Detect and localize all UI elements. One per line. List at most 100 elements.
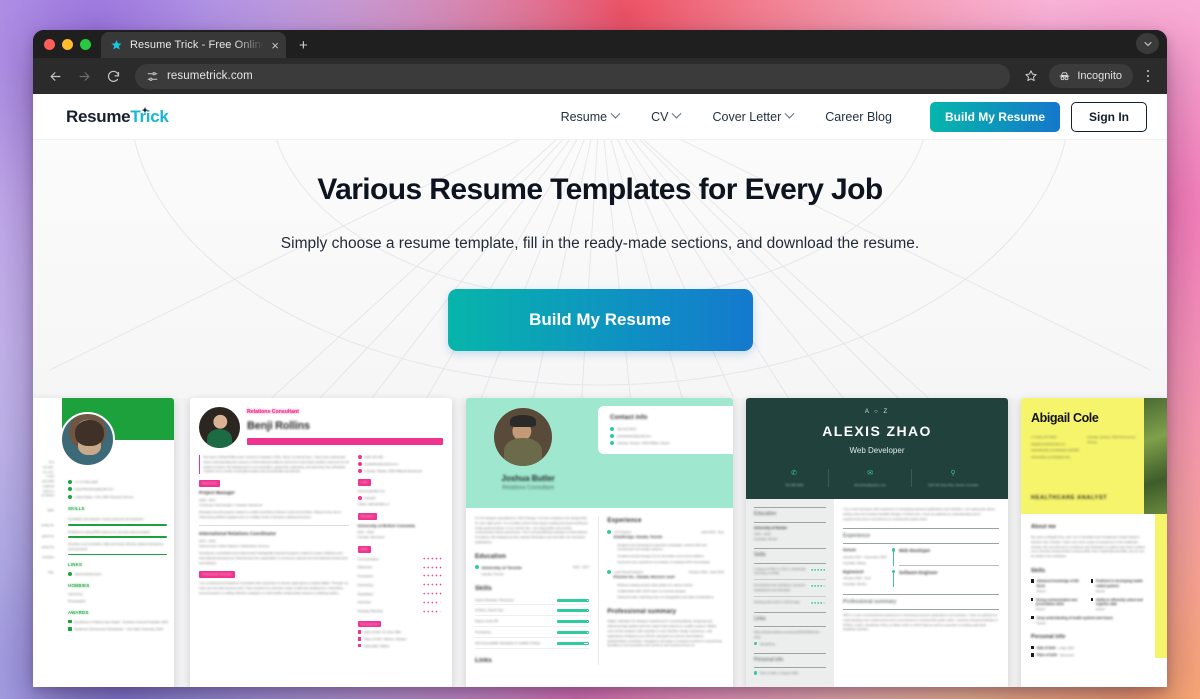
- award-item: Excellence in Patient Care Award - Sunsh…: [74, 619, 168, 624]
- link-item[interactable]: www.linkedin.com/abigail-cole9096: [1031, 448, 1080, 453]
- tune-icon[interactable]: [146, 70, 159, 83]
- avatar: [199, 407, 240, 448]
- personal-key: Place of birth: [1036, 653, 1058, 658]
- nav-label: Resume: [560, 109, 608, 124]
- browser-tab[interactable]: Resume Trick - Free Online R ×: [101, 32, 286, 58]
- site-logo[interactable]: ResumeTrick ✦: [66, 106, 169, 127]
- left-body-text-2: pital,: [47, 508, 54, 513]
- school-dates: 2011 - 2015: [357, 529, 374, 534]
- header-actions: Build My Resume Sign In: [929, 101, 1147, 132]
- avatar: [60, 412, 115, 467]
- job-place: Australia, Sidney: [843, 560, 867, 565]
- link-item[interactable]: AlexisZhao: [760, 642, 775, 647]
- left-body-text-6: evention: [42, 555, 54, 560]
- section-title-education: Education: [475, 552, 506, 560]
- job-bullet: Improved user experience by revision of …: [617, 559, 711, 564]
- email-value: DawnTEubanks@gmail.com: [74, 487, 114, 492]
- skill-name: Advanced knowledge of MS Excel: [1036, 579, 1079, 588]
- minimize-window-button[interactable]: [62, 38, 73, 50]
- skill-rating: ●●●●●: [810, 566, 826, 572]
- link-item[interactable]: www.benjirollins.net: [358, 489, 443, 494]
- skill-level: Expert: [1095, 588, 1105, 593]
- kebab-menu-icon[interactable]: [1138, 69, 1158, 83]
- url-text: resumetrick.com: [167, 70, 253, 82]
- template-card[interactable]: Abigail Cole +1 (115) 347-6965 abigailco…: [1021, 398, 1167, 687]
- skill-name: Strong communication and presentation sk…: [1035, 597, 1078, 607]
- template-header-band: Joshua Butler Relations Consultant Conta…: [466, 398, 733, 508]
- job-dates: 2015 - 2017: [199, 497, 216, 502]
- job-dates: January 2017 - December 2019: [843, 554, 887, 559]
- skill-name: Communication: [357, 556, 380, 561]
- link-item[interactable]: LinkedIn: [364, 496, 376, 501]
- skill-progress: [557, 620, 590, 624]
- nav-item-career-blog[interactable]: Career Blog: [825, 110, 892, 124]
- template-name: Joshua Butler: [501, 473, 555, 483]
- school-place: Canada, Vancouver: [357, 535, 385, 540]
- skill-name: Advocacy: [357, 600, 371, 605]
- incognito-label: Incognito: [1077, 70, 1122, 82]
- school-place: Canada, Toronto: [481, 572, 504, 577]
- nav-item-resume[interactable]: Resume: [560, 108, 621, 124]
- section-title-hobbies: HOBBIES: [68, 582, 90, 588]
- job-role: Lead Visual Designer: [613, 569, 644, 574]
- section-title-contact: Contact info: [610, 414, 648, 421]
- template-card[interactable]: nks th aed care,es, con-s andport withou…: [33, 398, 174, 687]
- skill-name: Web Accessibility Standards & Usability …: [475, 640, 540, 645]
- phone-value: 762 386 0509: [784, 482, 804, 487]
- job-title: Relations Consultant: [247, 409, 299, 415]
- left-body-text-4: gians for: [42, 533, 54, 538]
- link-item[interactable]: Twitter: @benjirollins_ir: [358, 502, 443, 507]
- section-title-links: Links: [357, 479, 371, 486]
- hero-build-resume-button[interactable]: Build My Resume: [447, 289, 753, 351]
- close-window-button[interactable]: [44, 38, 55, 50]
- reload-icon[interactable]: [100, 63, 126, 89]
- job-dates: April 2018 - Now: [701, 529, 724, 534]
- left-body-text-7: rsity.: [47, 570, 54, 575]
- back-icon[interactable]: [42, 63, 68, 89]
- nav-label: Career Blog: [825, 109, 892, 124]
- window-controls[interactable]: [44, 30, 101, 58]
- template-card[interactable]: Relations Consultant Benji Rollins My na…: [190, 398, 452, 687]
- maximize-window-button[interactable]: [80, 38, 91, 50]
- new-tab-button[interactable]: +: [299, 37, 308, 54]
- skill-rating: ✦✦✦✦✧: [422, 608, 443, 614]
- link-item[interactable]: www.twitter.com/abigail-cole_: [1031, 455, 1080, 460]
- star-outline-icon[interactable]: [1019, 64, 1043, 88]
- link-item[interactable]: dawneubankonurse: [75, 572, 102, 577]
- phone-value: 0406 120 308: [364, 455, 383, 459]
- template-header-band: A ○ Z ALEXIS ZHAO Web Developer ✆ 762 38…: [746, 398, 1008, 499]
- location-icon: ⚲: [950, 470, 956, 477]
- job-company: BigDataSoft: [843, 570, 864, 575]
- hobby-item: Photography: [68, 599, 86, 604]
- job-role: Software Engineer: [899, 570, 938, 576]
- link-item[interactable]: https://stackoverflow.com/users/5292368/…: [754, 630, 826, 640]
- side-accent-band: [1155, 514, 1167, 659]
- phone-value: +1 (115) 347-6965: [1031, 434, 1057, 439]
- skill-rating: ✦✦✦✦✦: [422, 555, 443, 561]
- template-card[interactable]: Joshua Butler Relations Consultant Conta…: [466, 398, 733, 687]
- template-card[interactable]: A ○ Z ALEXIS ZHAO Web Developer ✆ 762 38…: [746, 398, 1008, 687]
- summary-body: Highly motivated UX designer experienced…: [607, 619, 723, 648]
- about-body: My name is Abigail Cole, and I am a Cana…: [1031, 535, 1145, 559]
- job-description: Managed several projects related to conf…: [199, 510, 342, 519]
- address-bar[interactable]: resumetrick.com: [135, 63, 1011, 89]
- chevron-down-icon[interactable]: [1136, 33, 1159, 54]
- nav-label: CV: [651, 109, 669, 124]
- personal-value: 1 May 1987: [1058, 645, 1075, 650]
- nav-item-cv[interactable]: CV: [651, 108, 682, 124]
- nav-item-cover-letter[interactable]: Cover Letter: [712, 108, 795, 124]
- location-value: Canada, Ottawa, 1056 Millbank Boulevard: [364, 468, 423, 473]
- section-title-awards: AWARDS: [68, 610, 89, 616]
- email-value: abigailcole@hotmail.com: [1031, 441, 1066, 446]
- forward-icon: [71, 63, 97, 89]
- close-icon[interactable]: ×: [271, 39, 279, 52]
- job-company: ZebuiDesign, Canada, Toronto: [613, 535, 663, 540]
- skill-rating: ●●●●○: [810, 583, 826, 589]
- template-name: Benji Rollins: [247, 419, 310, 432]
- job-company: Pixerone Inc., Canada, Harcover court: [613, 575, 675, 580]
- incognito-indicator[interactable]: Incognito: [1049, 64, 1133, 88]
- header-build-resume-button[interactable]: Build My Resume: [929, 101, 1060, 132]
- sign-in-button[interactable]: Sign In: [1071, 101, 1147, 132]
- hobby-item: Gardening: [68, 592, 83, 597]
- left-body-text-3: curate di-: [41, 523, 54, 528]
